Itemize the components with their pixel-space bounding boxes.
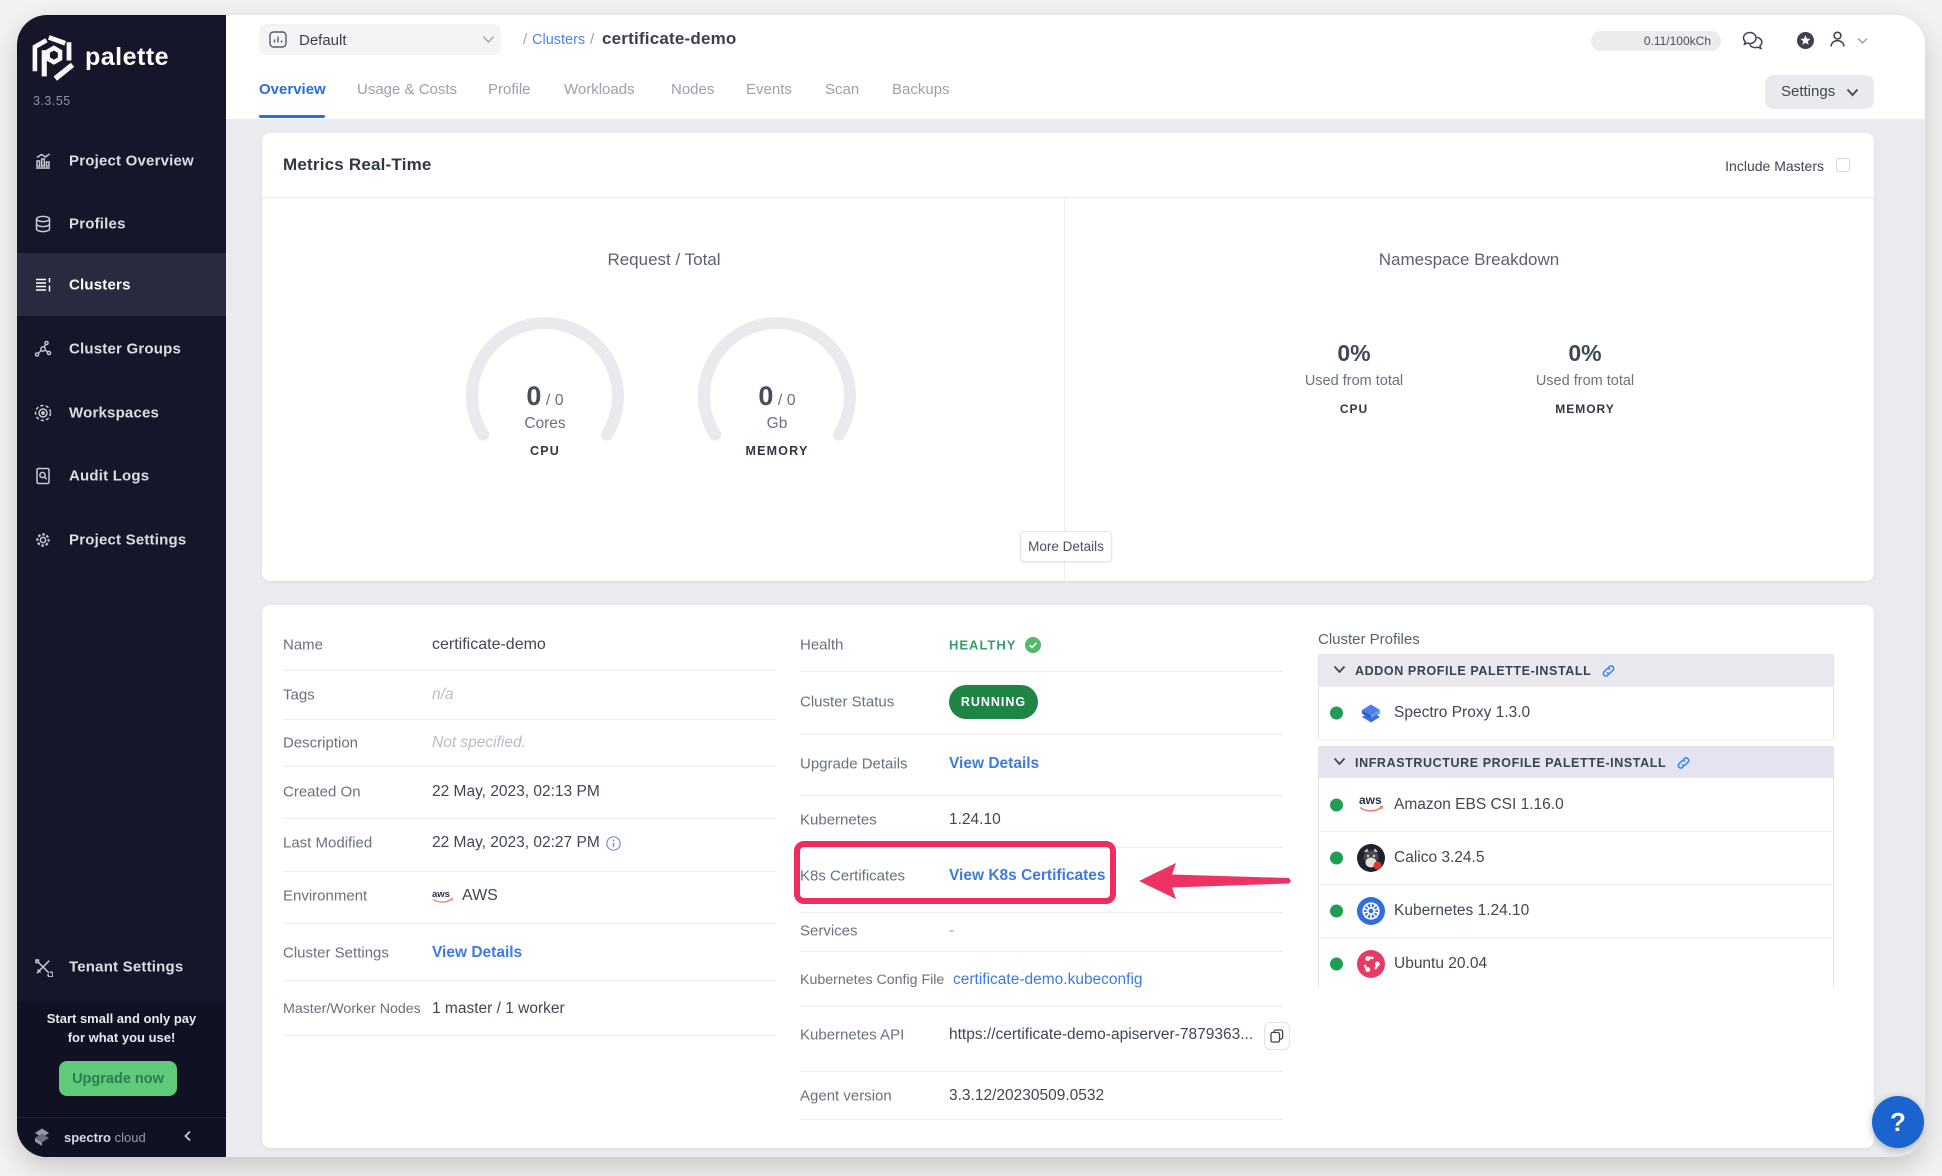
svg-text:aws: aws [1359, 793, 1382, 807]
svg-text:aws: aws [432, 889, 450, 900]
